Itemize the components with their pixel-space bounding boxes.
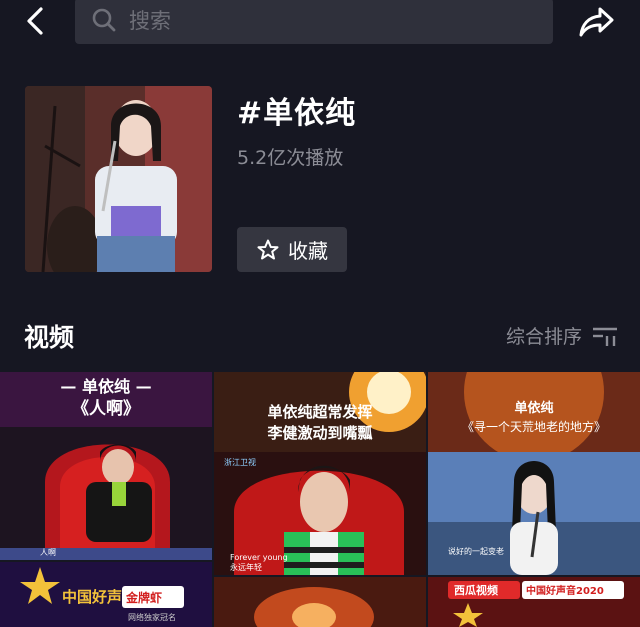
thumbnail-caption: 说好的一起变老 bbox=[448, 546, 504, 556]
thumbnail-caption: Forever young bbox=[230, 553, 288, 562]
channel-logo: 浙江卫视 bbox=[224, 457, 256, 467]
videos-section-title: 视频 bbox=[24, 323, 75, 352]
video-thumbnail[interactable] bbox=[214, 577, 426, 627]
video-thumbnail[interactable]: 西瓜视频 中国好声音2020 bbox=[428, 577, 640, 627]
star-icon bbox=[257, 239, 279, 259]
search-input[interactable] bbox=[127, 4, 531, 38]
back-arrow-icon[interactable] bbox=[22, 6, 52, 36]
play-count: 5.2亿次播放 bbox=[237, 147, 344, 169]
video-thumbnail[interactable]: 单依纯 《寻一个天荒地老的地方》 说好的一起变老 bbox=[428, 372, 640, 575]
thumbnail-title-line1: — 单依纯 — bbox=[60, 377, 151, 396]
topic-title: #单依纯 bbox=[237, 96, 357, 131]
thumbnail-title-line1: 单依纯超常发挥 bbox=[267, 403, 372, 421]
thumbnail-caption-2: 永远年轻 bbox=[230, 562, 262, 572]
favorite-button[interactable]: 收藏 bbox=[237, 227, 347, 272]
video-thumbnail[interactable]: — 单依纯 — 《人啊》 人啊 bbox=[0, 372, 212, 560]
video-thumbnail[interactable]: 单依纯超常发挥 李健激动到嘴瓢 浙江卫视 Forever young 永远年轻 bbox=[214, 372, 426, 575]
sort-filter-icon bbox=[593, 327, 617, 346]
sort-label: 综合排序 bbox=[505, 326, 582, 348]
thumbnail-title-line2: 《人啊》 bbox=[72, 398, 140, 419]
thumbnail-brand: 中国好声音2020 bbox=[526, 584, 604, 597]
thumbnail-title-line2: 李健激动到嘴瓢 bbox=[266, 424, 372, 442]
share-icon[interactable] bbox=[578, 4, 616, 40]
thumbnail-sponsor: 金牌虾 bbox=[125, 590, 162, 605]
thumbnail-caption: 人啊 bbox=[40, 548, 56, 557]
search-icon bbox=[92, 8, 116, 32]
favorite-label: 收藏 bbox=[288, 239, 328, 263]
thumbnail-sponsor-sub: 网络独家冠名 bbox=[128, 612, 176, 622]
sort-button[interactable]: 综合排序 bbox=[506, 322, 618, 349]
top-bar bbox=[0, 0, 640, 46]
topic-cover-image bbox=[25, 86, 212, 272]
video-thumbnail[interactable]: 中国好声音 金牌虾 网络独家冠名 bbox=[0, 562, 212, 627]
thumbnail-title-line2: 《寻一个天荒地老的地方》 bbox=[462, 419, 606, 434]
thumbnail-title-line1: 单依纯 bbox=[514, 400, 553, 416]
thumbnail-platform: 西瓜视频 bbox=[454, 583, 498, 597]
search-bar[interactable] bbox=[75, 0, 553, 44]
